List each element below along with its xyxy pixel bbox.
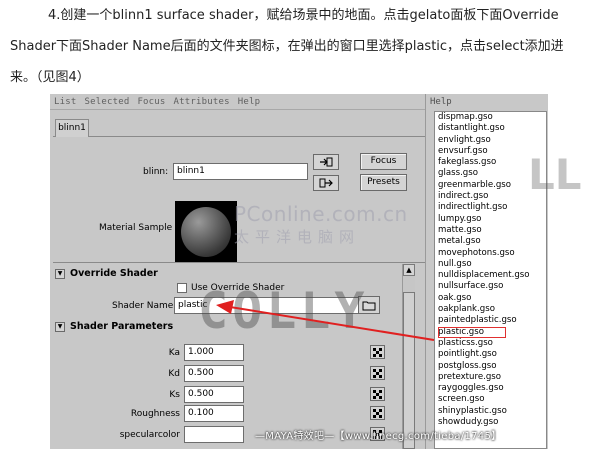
pointer-arrow-icon bbox=[216, 300, 435, 341]
